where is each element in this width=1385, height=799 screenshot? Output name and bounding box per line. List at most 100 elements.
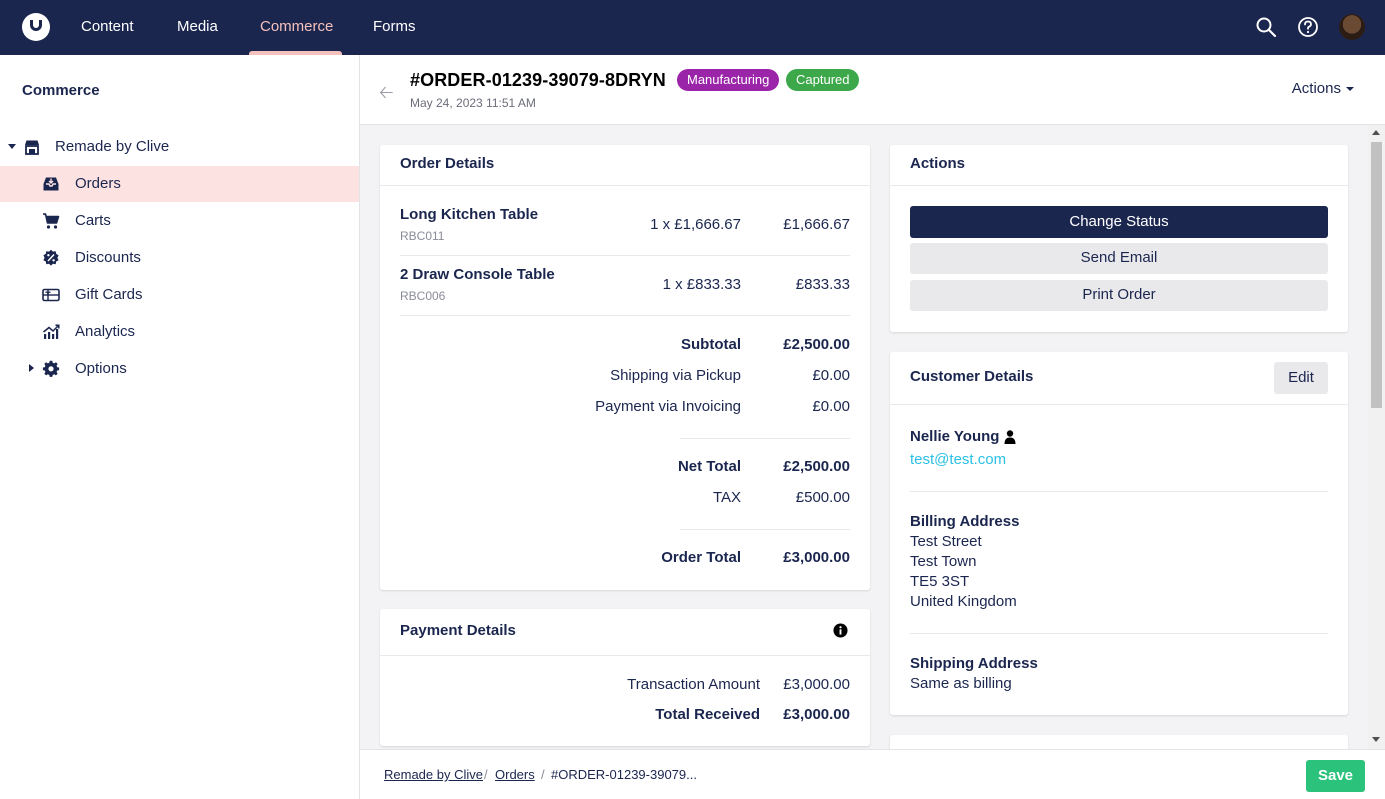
card-header: Payment Details (380, 609, 870, 656)
line-item-qty-price: 1 x £833.33 (662, 276, 741, 293)
divider (400, 315, 850, 316)
card-title: Payment Details (400, 622, 516, 639)
nav-commerce[interactable]: Commerce (260, 0, 333, 55)
analytics-icon (43, 324, 60, 339)
divider (680, 438, 850, 439)
divider (910, 491, 1328, 492)
billing-address-line: TE5 3ST (910, 573, 970, 590)
total-received-value: £3,000.00 (783, 706, 850, 723)
billing-address-line: Test Street (910, 533, 982, 550)
order-date: May 24, 2023 11:51 AM (410, 96, 536, 110)
tree-item-store-label: Remade by Clive (55, 138, 170, 155)
card-title: Actions (910, 155, 966, 172)
discount-icon (43, 249, 59, 266)
tree-item-analytics-label: Analytics (75, 323, 136, 340)
tree-item-carts-label: Carts (75, 212, 111, 229)
actions-dropdown-label: Actions (1291, 80, 1341, 97)
editor-header: 🡠 #ORDER-01239-39079-8DRYN Manufacturing… (360, 55, 1385, 125)
save-button[interactable]: Save (1306, 760, 1365, 792)
tree-item-options[interactable]: Options (0, 351, 359, 387)
info-icon[interactable] (833, 623, 848, 638)
print-order-button[interactable]: Print Order (910, 280, 1328, 311)
actions-dropdown[interactable]: Actions (1292, 80, 1354, 97)
scroll-down-arrow-icon[interactable] (1372, 737, 1380, 742)
help-icon[interactable] (1297, 16, 1319, 38)
billing-address-line: United Kingdom (910, 593, 1017, 610)
gift-card-icon (42, 288, 60, 302)
tree-item-discounts[interactable]: Discounts (0, 240, 359, 276)
umbraco-logo-icon[interactable] (22, 13, 50, 41)
customer-details-card: Customer Details Edit Nellie Young test@… (890, 352, 1348, 715)
subtotal-label: Subtotal (681, 336, 741, 353)
status-badge-captured: Captured (786, 69, 860, 91)
transaction-amount-label: Transaction Amount (627, 676, 760, 693)
gear-icon (42, 360, 60, 377)
caret-right-icon[interactable] (29, 364, 34, 372)
divider (910, 633, 1328, 634)
order-details-card: Order Details Long Kitchen Table RBC011 … (380, 145, 870, 590)
nav-media[interactable]: Media (177, 0, 218, 55)
page-title: #ORDER-01239-39079-8DRYN (410, 70, 666, 90)
sidebar: Commerce Remade by Clive Orders Carts Di… (0, 55, 360, 799)
caret-down-icon[interactable] (8, 144, 16, 149)
tree-item-options-label: Options (75, 360, 127, 377)
payment-value: £0.00 (812, 398, 850, 415)
tree-item-gift-cards[interactable]: Gift Cards (0, 277, 359, 313)
store-icon (25, 140, 39, 155)
top-navigation-bar: Content Media Commerce Forms (0, 0, 1385, 55)
breadcrumb-orders[interactable]: Orders (495, 767, 535, 782)
scrollbar[interactable] (1368, 125, 1385, 749)
tree-item-analytics[interactable]: Analytics (0, 314, 359, 350)
line-item-qty-price: 1 x £1,666.67 (650, 216, 741, 233)
nav-forms[interactable]: Forms (373, 0, 416, 55)
shipping-label: Shipping via Pickup (610, 367, 741, 384)
total-received-label: Total Received (655, 706, 760, 723)
order-total-label: Order Total (661, 549, 741, 566)
tree-item-store[interactable]: Remade by Clive (0, 129, 359, 165)
transaction-amount-value: £3,000.00 (783, 676, 850, 693)
send-email-button[interactable]: Send Email (910, 243, 1328, 274)
card-header: Order Details (380, 145, 870, 186)
status-badge-manufacturing: Manufacturing (677, 69, 780, 91)
user-icon[interactable] (1004, 430, 1016, 444)
customer-email-link[interactable]: test@test.com (910, 451, 1006, 468)
tax-value: £500.00 (795, 489, 850, 506)
line-item-sku: RBC006 (400, 289, 446, 303)
nav-content[interactable]: Content (81, 0, 134, 55)
billing-address-line: Test Town (910, 553, 977, 570)
search-icon[interactable] (1255, 16, 1277, 38)
user-avatar[interactable] (1339, 14, 1365, 40)
card-title: Customer Details (910, 368, 1034, 385)
scrollbar-thumb[interactable] (1371, 142, 1382, 408)
breadcrumb-current: #ORDER-01239-39079... (551, 767, 697, 782)
payment-details-card: Payment Details Transaction Amount £3,00… (380, 609, 870, 746)
back-arrow-icon[interactable]: 🡠 (379, 80, 394, 110)
line-item-total: £833.33 (795, 276, 850, 293)
line-item-name: 2 Draw Console Table (400, 266, 555, 283)
editor-footer: Remade by Clive / Orders / #ORDER-01239-… (360, 749, 1385, 799)
caret-down-icon (1346, 87, 1354, 92)
sidebar-title: Commerce (22, 82, 100, 99)
payment-label: Payment via Invoicing (595, 398, 741, 415)
actions-card: Actions Change Status Send Email Print O… (890, 145, 1348, 332)
edit-customer-button[interactable]: Edit (1274, 362, 1328, 394)
tree-item-carts[interactable]: Carts (0, 203, 359, 239)
scroll-up-arrow-icon[interactable] (1372, 130, 1380, 135)
shipping-address-title: Shipping Address (910, 655, 1038, 672)
line-item-sku: RBC011 (400, 229, 445, 243)
tree-item-orders[interactable]: Orders (0, 166, 359, 202)
cart-icon (43, 213, 60, 229)
change-status-button[interactable]: Change Status (910, 206, 1328, 238)
breadcrumb-store[interactable]: Remade by Clive (384, 767, 483, 782)
divider (680, 529, 850, 530)
divider (400, 255, 850, 256)
tree-item-gift-cards-label: Gift Cards (75, 286, 143, 303)
billing-address-title: Billing Address (910, 513, 1020, 530)
subtotal-value: £2,500.00 (783, 336, 850, 353)
customer-name: Nellie Young (910, 428, 1000, 445)
tree-item-orders-label: Orders (75, 175, 121, 192)
orders-icon (43, 177, 59, 191)
order-total-value: £3,000.00 (783, 549, 850, 566)
shipping-value: £0.00 (812, 367, 850, 384)
breadcrumb-separator: / (484, 767, 488, 782)
